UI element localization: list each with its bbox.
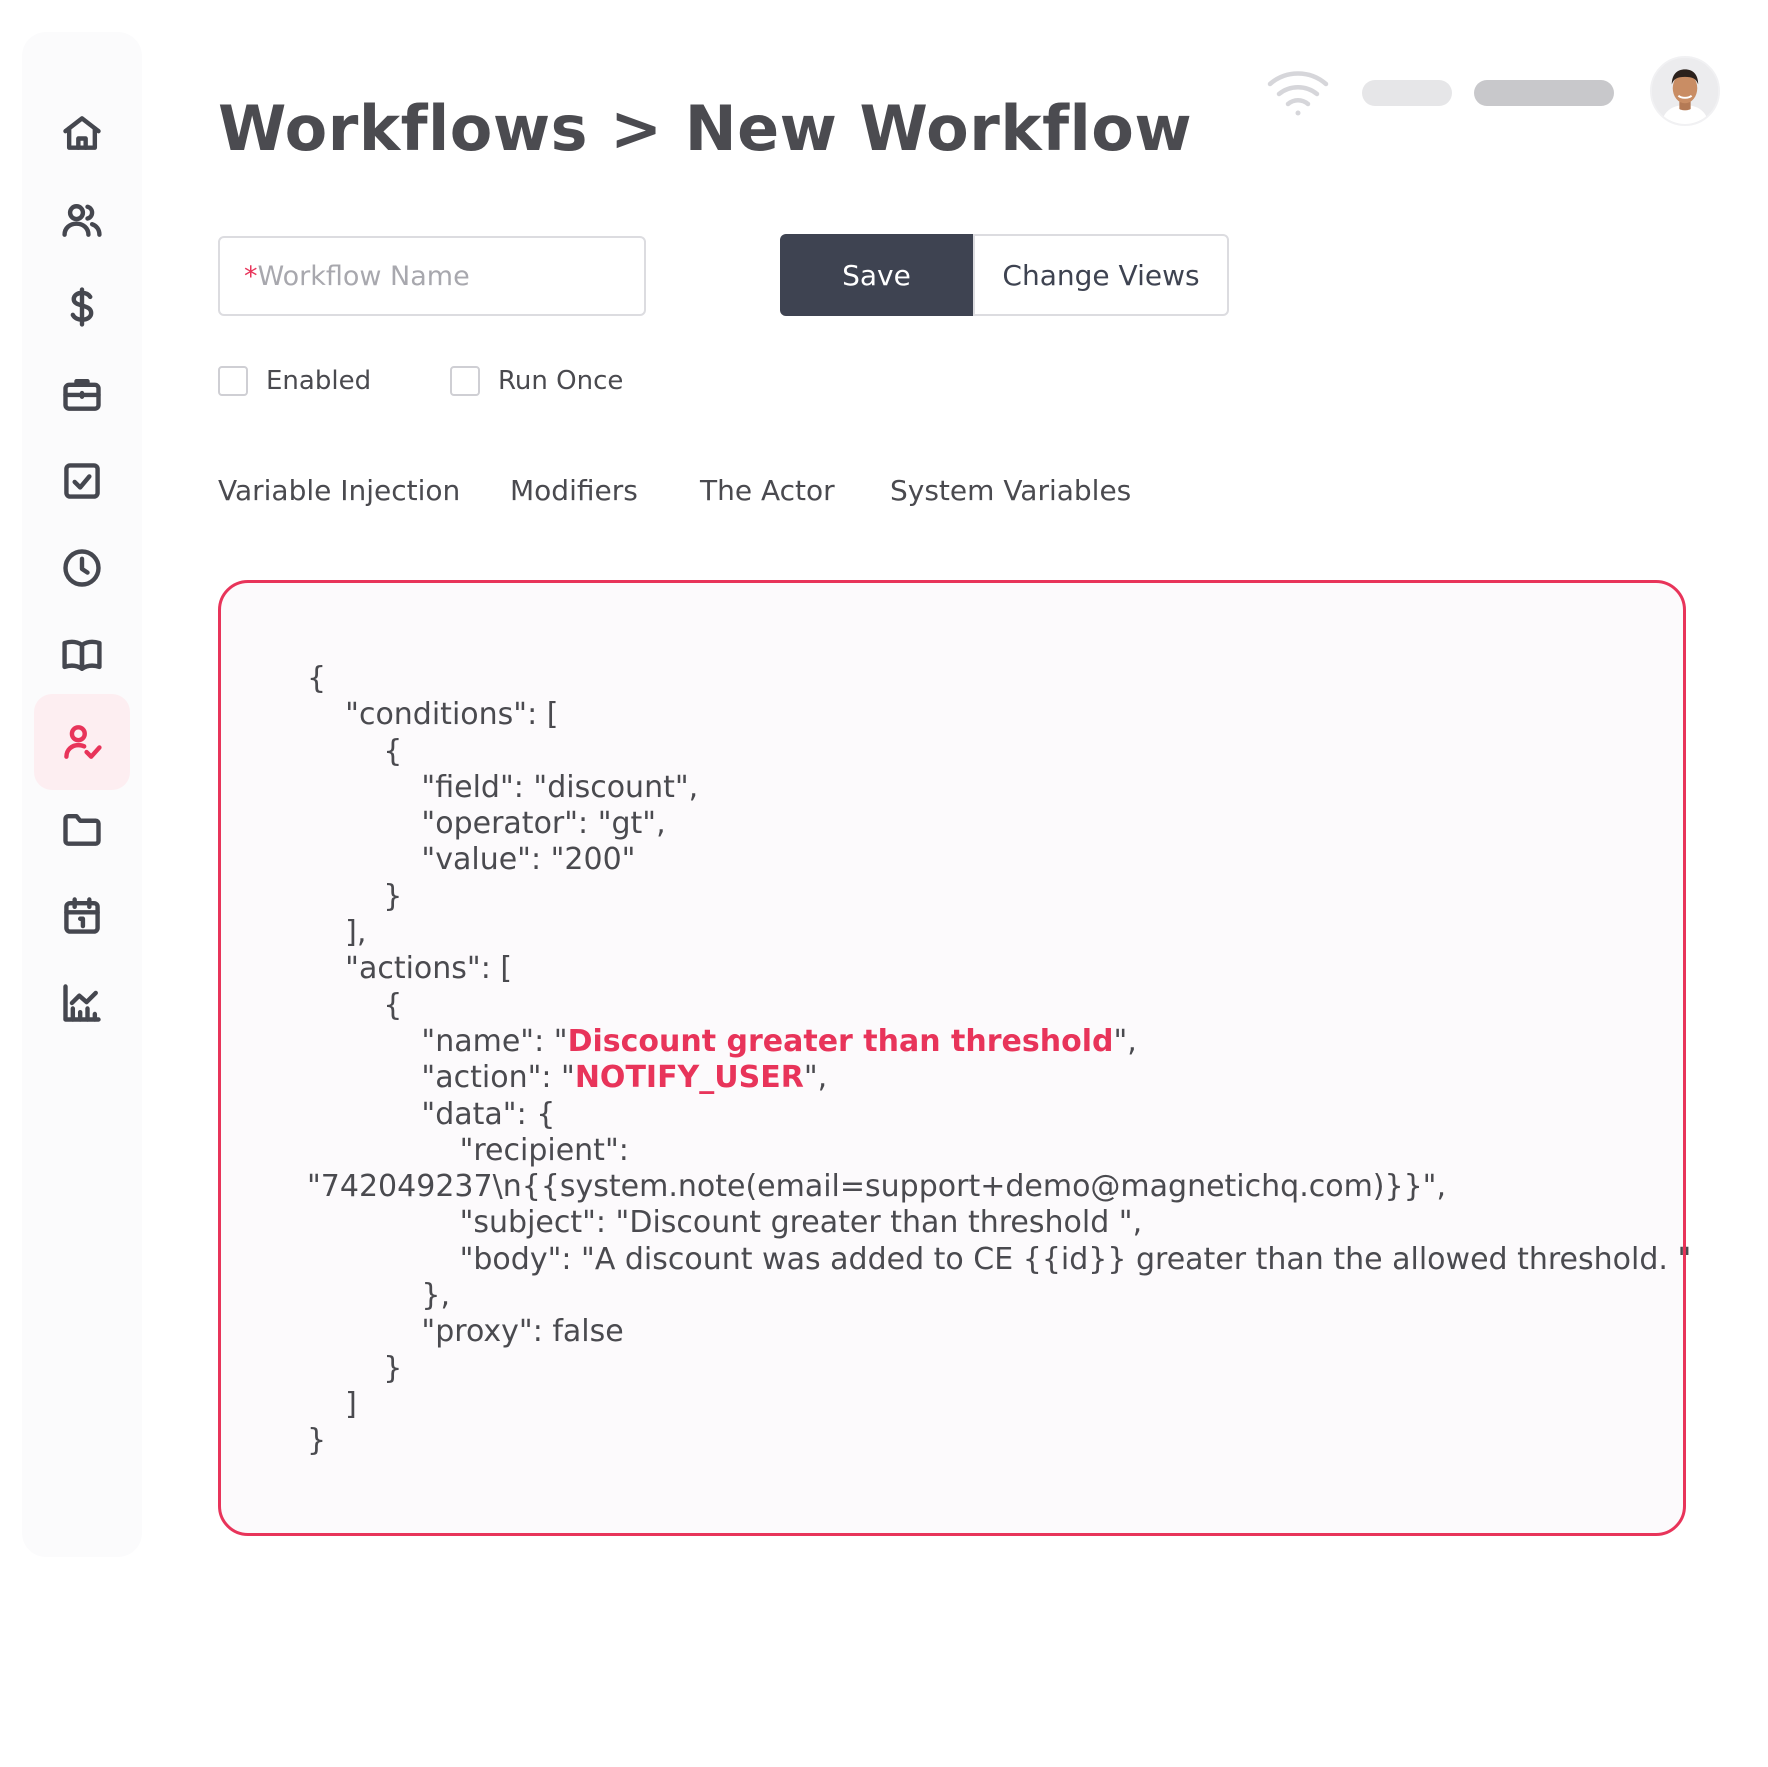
dollar-icon	[70, 287, 94, 327]
sidebar-item-docs[interactable]	[34, 607, 130, 703]
tab-the-actor[interactable]: The Actor	[700, 474, 835, 507]
clock-icon	[63, 549, 101, 587]
tab-system-variables[interactable]: System Variables	[890, 474, 1131, 507]
sidebar	[22, 32, 142, 1557]
code-line: "operator": "gt",	[307, 806, 666, 842]
user-check-icon	[64, 725, 102, 759]
chart-icon	[63, 984, 101, 1022]
code-line: "name": "Discount greater than threshold…	[307, 1024, 1691, 1060]
code-text: ",	[803, 1060, 828, 1096]
run-once-checkbox-row[interactable]: Run Once	[450, 366, 623, 396]
code-line: "action": "NOTIFY_USER",	[307, 1060, 1691, 1096]
code-line: "body": "A discount was added to CE {{id…	[307, 1241, 1692, 1277]
sidebar-item-workflows[interactable]	[34, 694, 130, 790]
code-text: "action": "	[307, 1060, 575, 1096]
save-button[interactable]: Save	[780, 234, 973, 316]
code-line: }	[307, 878, 403, 914]
sidebar-item-tasks[interactable]	[34, 433, 130, 529]
workflow-name-placeholder: Workflow Name	[257, 260, 470, 292]
code-line: "recipient":	[307, 1132, 629, 1168]
folder-icon	[63, 813, 101, 846]
wifi-icon	[1266, 66, 1330, 118]
code-line: "data": {	[307, 1096, 556, 1132]
code-line: ],	[307, 915, 367, 951]
code-highlight: Discount greater than threshold	[567, 1023, 1114, 1059]
enabled-label: Enabled	[266, 366, 372, 396]
status-placeholder-long	[1474, 80, 1614, 106]
sidebar-item-files[interactable]	[34, 781, 130, 877]
calendar-icon	[64, 897, 100, 934]
avatar[interactable]	[1650, 56, 1720, 126]
code-line: }	[307, 1423, 327, 1459]
users-icon	[62, 204, 102, 237]
code-text: "name": "	[307, 1023, 568, 1059]
sidebar-item-users[interactable]	[34, 172, 130, 268]
code-line: }	[307, 1350, 403, 1386]
required-marker: *	[244, 260, 258, 292]
sidebar-item-billing[interactable]	[34, 259, 130, 355]
code-line: "field": "discount",	[307, 769, 699, 805]
workflow-name-input[interactable]: * Workflow Name	[218, 236, 646, 316]
run-once-label: Run Once	[498, 366, 624, 396]
book-icon	[62, 639, 102, 671]
json-editor[interactable]: { "conditions": [ { "field": "discount",…	[218, 580, 1691, 1536]
code-text: ",	[1113, 1023, 1137, 1059]
tab-modifiers[interactable]: Modifiers	[510, 474, 638, 507]
code-line: "proxy": false	[307, 1314, 624, 1350]
home-icon	[63, 116, 101, 150]
code-line: ]	[307, 1386, 357, 1422]
page-title: Workflows > New Workflow	[218, 92, 1193, 165]
code-line: {	[307, 661, 327, 696]
briefcase-icon	[63, 378, 101, 411]
sidebar-item-reports[interactable]	[34, 955, 130, 1051]
user-avatar-icon	[1652, 58, 1718, 124]
code-highlight: NOTIFY_USER	[574, 1060, 804, 1096]
code-line: "subject": "Discount greater than thresh…	[307, 1205, 1143, 1241]
status-placeholder-short	[1362, 80, 1452, 106]
enabled-checkbox-row[interactable]: Enabled	[218, 366, 371, 396]
sidebar-item-calendar[interactable]	[34, 868, 130, 964]
code-line: {	[307, 733, 403, 769]
enabled-checkbox[interactable]	[218, 366, 248, 396]
code-line: },	[307, 1278, 451, 1314]
tab-variable-injection[interactable]: Variable Injection	[218, 474, 460, 507]
sidebar-item-history[interactable]	[34, 520, 130, 616]
code-line: "value": "200"	[307, 842, 636, 878]
sidebar-item-home[interactable]	[34, 85, 130, 181]
code-line: "742049237\n{{system.note(email=support+…	[307, 1169, 1447, 1205]
run-once-checkbox[interactable]	[450, 366, 480, 396]
code-line: {	[307, 987, 403, 1023]
json-code: { "conditions": [ { "field": "discount",…	[307, 661, 1691, 1460]
checkbox-icon	[64, 463, 100, 499]
sidebar-item-jobs[interactable]	[34, 346, 130, 442]
change-views-button[interactable]: Change Views	[973, 234, 1229, 316]
code-line: "conditions": [	[307, 697, 559, 733]
code-line: "actions": [	[307, 951, 513, 987]
